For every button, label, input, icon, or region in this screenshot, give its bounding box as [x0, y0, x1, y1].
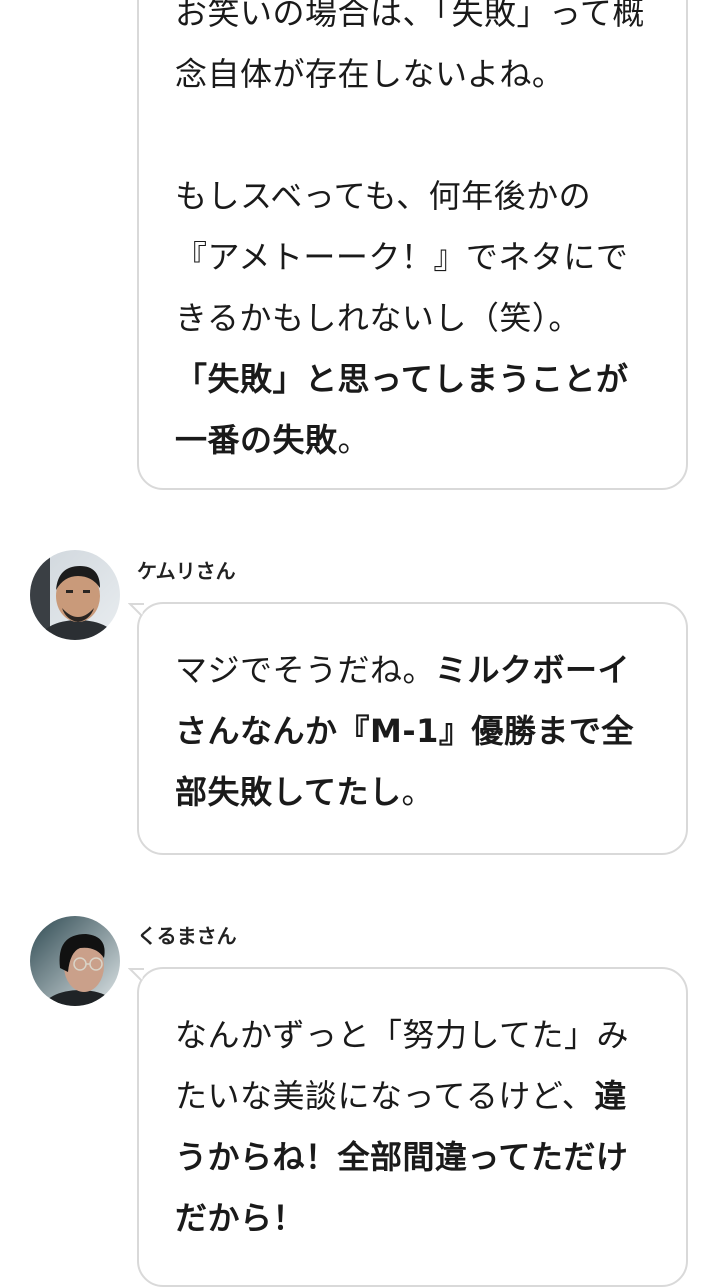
message-line: だから！: [175, 1188, 656, 1249]
speaker-name-kuruma: くるまさん: [137, 924, 237, 948]
message-line: たいな美談になってるけど、違: [175, 1066, 656, 1127]
text-segment: 。: [337, 421, 371, 459]
bubble-tail: [128, 603, 144, 616]
message-text-1: お笑いの場合は、「失敗」って概念自体が存在しないよね。 もしスベっても、何年後かの…: [175, 0, 656, 471]
speaker-name-kemuri: ケムリさん: [137, 559, 236, 583]
message-line: もしスベっても、何年後かの: [175, 166, 656, 227]
message-line: きるかもしれないし（笑）。: [175, 288, 656, 349]
message-bubble-2: マジでそうだね。ミルクボーイ さんなんか『M-1』優勝まで全 部失敗してたし。: [128, 602, 688, 855]
bubble-tail: [128, 968, 144, 981]
message-line: 一番の失敗。: [175, 410, 656, 471]
text-segment: 。: [401, 773, 435, 811]
bold-text: だから！: [175, 1199, 306, 1237]
message-bubble-3: なんかずっと「努力してた」み たいな美談になってるけど、違 うからね！全部間違ってた…: [128, 967, 688, 1287]
bold-text: ミルクボーイ: [435, 651, 631, 689]
text-segment: たいな美談になってるけど、: [175, 1077, 595, 1115]
text-segment: もしスベっても、何年後かの: [175, 177, 592, 215]
message-line: 念自体が存在しないよね。: [175, 44, 656, 105]
message-text-2: マジでそうだね。ミルクボーイ さんなんか『M-1』優勝まで全 部失敗してたし。: [175, 640, 656, 823]
text-segment: きるかもしれないし（笑）。: [175, 299, 581, 337]
message-line: マジでそうだね。ミルクボーイ: [175, 640, 656, 701]
message-line: 「失敗」と思ってしまうことが: [175, 349, 656, 410]
message-text-3: なんかずっと「努力してた」み たいな美談になってるけど、違 うからね！全部間違ってた…: [175, 1005, 656, 1249]
message-line: さんなんか『M-1』優勝まで全: [175, 701, 656, 762]
bold-text: うからね！全部間違ってただけ: [175, 1138, 629, 1176]
text-segment: 『アメトーーク！』でネタにで: [175, 238, 629, 276]
bold-text: さんなんか『M-1』優勝まで全: [175, 712, 634, 750]
bold-text: 違: [594, 1077, 627, 1115]
bold-text: 部失敗してたし: [175, 773, 402, 811]
message-line: 『アメトーーク！』でネタにで: [175, 227, 656, 288]
text-segment: なんかずっと「努力してた」み: [175, 1016, 630, 1054]
text-segment: お笑いの場合は、「失敗」って概: [175, 0, 645, 32]
message-line: お笑いの場合は、「失敗」って概: [175, 0, 656, 44]
text-segment: マジでそうだね。: [175, 651, 436, 689]
message-line: うからね！全部間違ってただけ: [175, 1127, 656, 1188]
message-bubble-1: お笑いの場合は、「失敗」って概念自体が存在しないよね。 もしスベっても、何年後かの…: [137, 0, 688, 490]
message-line: なんかずっと「努力してた」み: [175, 1005, 656, 1066]
text-segment: 念自体が存在しないよね。: [175, 55, 565, 93]
avatar-kuruma: [30, 916, 120, 1006]
message-line: 部失敗してたし。: [175, 762, 656, 823]
message-line: [175, 105, 656, 166]
bold-text: 一番の失敗: [175, 421, 338, 459]
avatar-kemuri: [30, 550, 120, 640]
bold-text: 「失敗」と思ってしまうことが: [175, 360, 629, 398]
